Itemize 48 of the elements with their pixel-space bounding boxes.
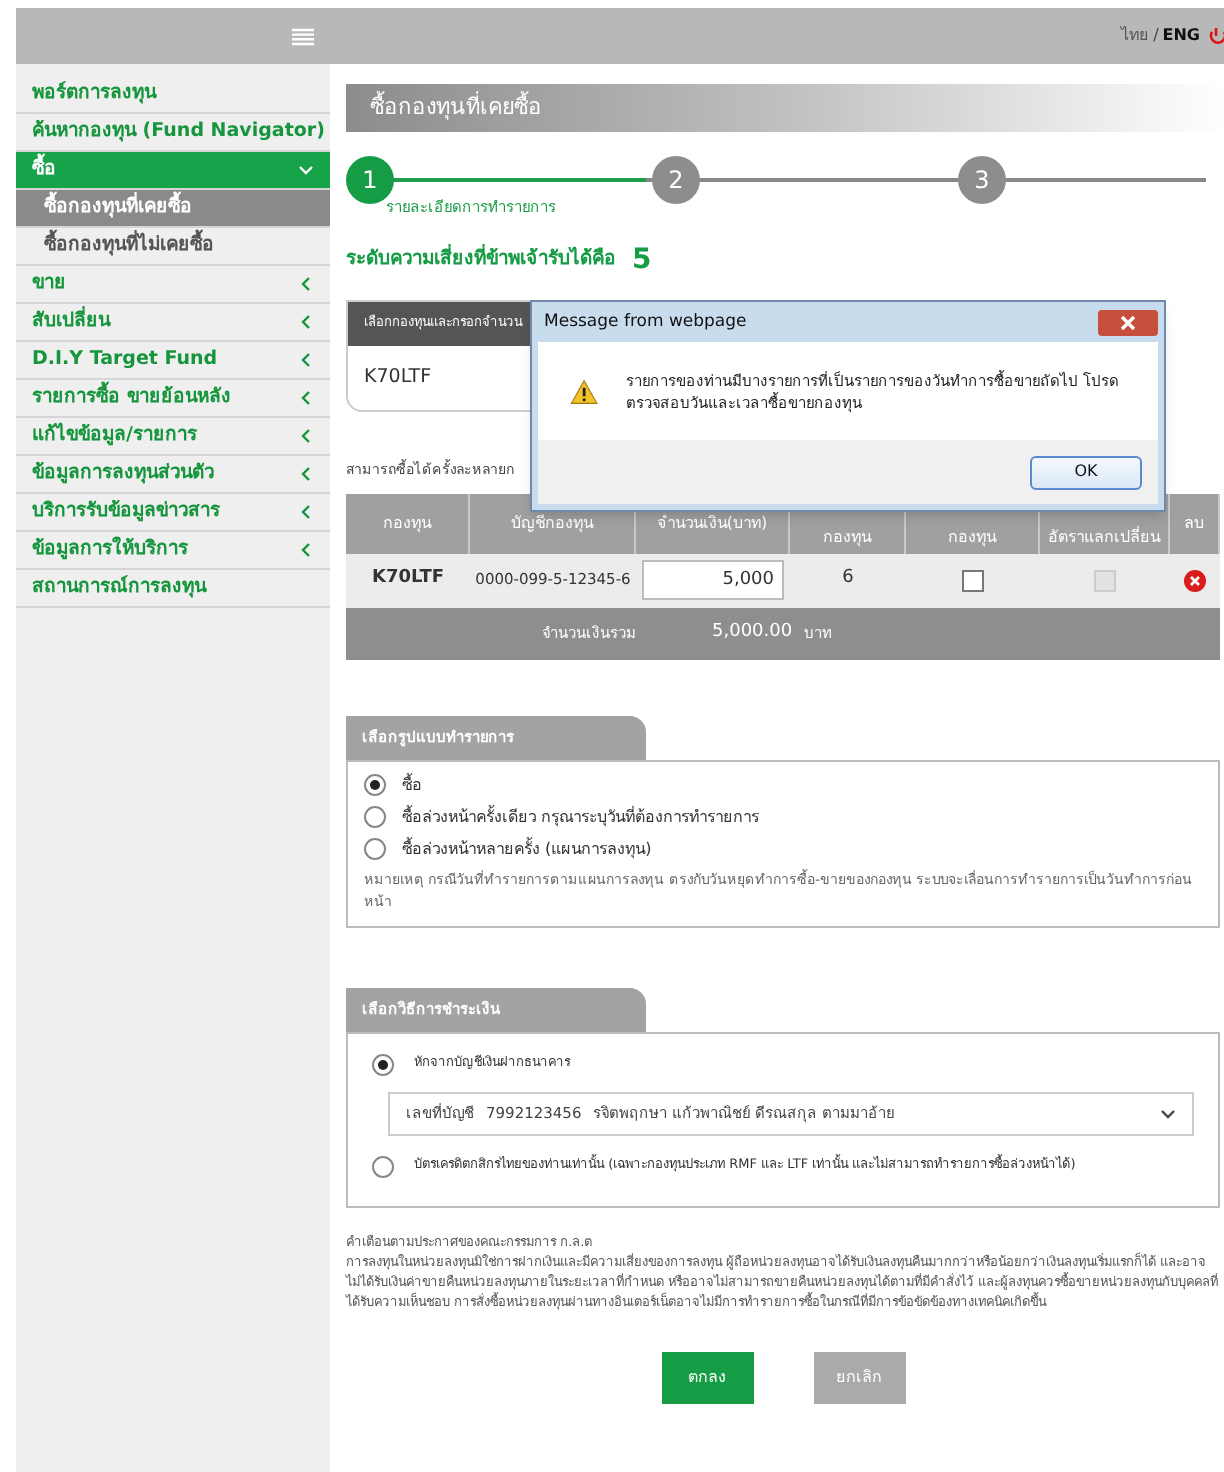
sidebar-item[interactable]: ซื้อ — [16, 152, 330, 190]
delete-icon[interactable] — [1184, 569, 1206, 591]
dialog-title: Message from webpage — [544, 309, 747, 335]
option-label: ซื้อล่วงหน้าหลายครั้ง (แผนการลงทุน) — [402, 837, 652, 861]
chevron-icon — [298, 162, 314, 178]
chevron-icon — [298, 314, 314, 330]
sidebar-item[interactable]: ข้อมูลการให้บริการ — [16, 532, 330, 570]
cancel-button[interactable]: ยกเลิก — [813, 1351, 905, 1403]
separator: / — [1153, 24, 1159, 48]
sidebar-item[interactable]: รายการซื้อ ขายย้อนหลัง — [16, 380, 330, 418]
language-option[interactable]: ENG — [1162, 24, 1200, 48]
chevron-icon — [1160, 1105, 1176, 1121]
option-label: ซื้อล่วงหน้าครั้งเดียว กรุณาระบุวันที่ต้องการทำรายการ — [402, 805, 760, 829]
chevron-icon — [298, 428, 314, 444]
confirm-button[interactable]: ตกลง — [661, 1351, 753, 1403]
close-icon[interactable] — [1098, 309, 1158, 335]
ok-button[interactable]: OK — [1030, 455, 1142, 489]
chevron-icon — [298, 390, 314, 406]
menu-icon[interactable] — [292, 27, 314, 45]
chevron-icon — [298, 276, 314, 292]
chevron-icon — [298, 352, 314, 368]
sidebar-item[interactable]: สับเปลี่ยน — [16, 304, 330, 342]
table-cell-text: 6 — [840, 566, 856, 593]
sidebar-item[interactable]: ค้นหากองทุน (Fund Navigator) — [16, 114, 330, 152]
chevron-icon — [298, 504, 314, 520]
risk-value: 5 — [632, 242, 652, 280]
sidebar-item[interactable]: ซื้อกองทุนที่เคยซื้อ — [16, 190, 330, 228]
sidebar-item[interactable]: บริการรับข้อมูลข่าวสาร — [16, 494, 330, 532]
chevron-icon — [298, 542, 314, 558]
radio-button[interactable] — [372, 1155, 394, 1177]
sidebar-item[interactable]: แก้ไขข้อมูล/รายการ — [16, 418, 330, 456]
chevron-icon — [298, 466, 314, 482]
power-icon[interactable] — [1208, 25, 1224, 47]
sidebar-item[interactable]: สถานการณ์การลงทุน — [16, 570, 330, 608]
radio-button[interactable] — [364, 774, 386, 796]
option-label: ซื้อ — [402, 773, 422, 797]
language-option[interactable]: ไทย — [1121, 24, 1150, 48]
sidebar-item[interactable]: พอร์ตการลงทุน — [16, 76, 330, 114]
radio-button[interactable] — [372, 1053, 394, 1075]
radio-button[interactable] — [364, 838, 386, 860]
sidebar-item[interactable]: ซื้อกองทุนที่ไม่เคยซื้อ — [16, 228, 330, 266]
risk-label: ระดับความเสี่ยงที่ข้าพเจ้ารับได้คือ — [346, 246, 616, 275]
checkbox[interactable] — [962, 569, 984, 591]
total-value: 5,000.00 — [712, 619, 793, 646]
table-cell-text: K70LTF — [369, 566, 447, 593]
radio-button[interactable] — [364, 806, 386, 828]
amount-input[interactable]: 5,000 — [642, 560, 784, 600]
sidebar-item[interactable]: ข้อมูลการลงทุนส่วนตัว — [16, 456, 330, 494]
